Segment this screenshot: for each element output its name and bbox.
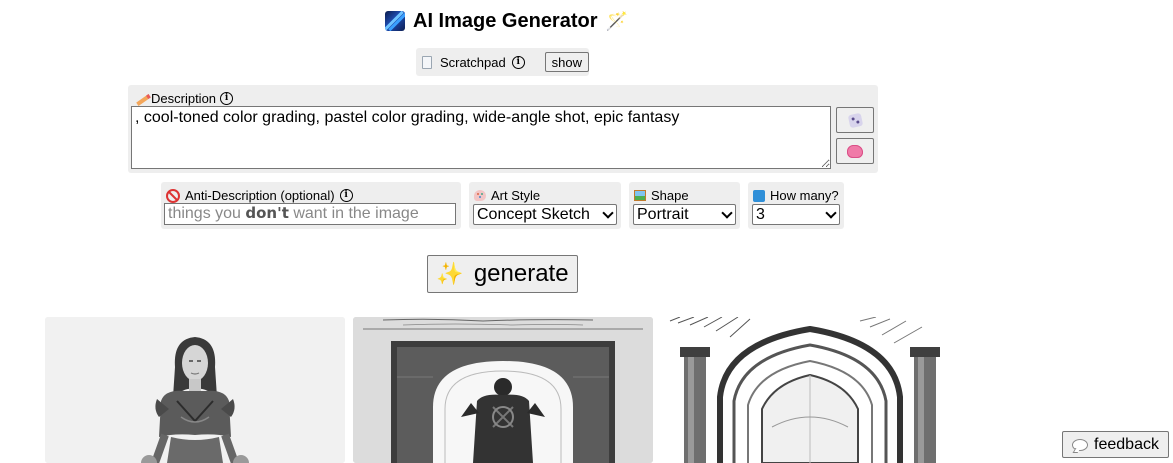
brain-icon (847, 144, 863, 158)
page-title-text: AI Image Generator (413, 9, 598, 32)
how-many-panel: How many? 3 (748, 182, 844, 229)
placeholder-part: things you (168, 205, 246, 222)
framed-picture-icon (634, 190, 646, 201)
dice-icon (847, 112, 863, 128)
shape-panel: Shape Portrait (629, 182, 740, 229)
chevron-down-icon (825, 206, 837, 219)
anti-description-input[interactable]: things you don't want in the image (164, 203, 456, 225)
page-title: AI Image Generator 🪄 (385, 8, 628, 34)
scratchpad-bar: Scratchpad i show (416, 48, 589, 76)
result-image-3[interactable] (660, 317, 960, 463)
shape-value: Portrait (637, 205, 689, 223)
info-icon[interactable]: i (511, 55, 525, 69)
placeholder-part: want in the image (288, 205, 419, 222)
feedback-button[interactable]: feedback (1062, 431, 1169, 458)
how-many-value: 3 (756, 205, 765, 223)
shape-label: Shape (634, 188, 689, 203)
anti-description-label: Anti-Description (optional) i (166, 188, 353, 203)
description-panel: Description i , cool-toned color grading… (128, 85, 878, 173)
result-image-3-sketch (660, 317, 960, 463)
result-image-2[interactable] (353, 317, 653, 463)
info-icon[interactable]: i (220, 92, 234, 105)
magic-wand-icon: 🪄 (605, 10, 628, 31)
speech-bubble-icon (1072, 438, 1089, 451)
art-style-select[interactable]: Concept Sketch (473, 204, 617, 225)
art-style-label-text: Art Style (491, 188, 541, 203)
art-style-panel: Art Style Concept Sketch (469, 182, 621, 229)
art-style-value: Concept Sketch (477, 205, 590, 223)
scratchpad-label: Scratchpad (439, 54, 506, 70)
chevron-down-icon (602, 206, 614, 219)
sparkles-icon: ✨ (436, 261, 464, 286)
numbers-icon (753, 189, 765, 202)
result-image-2-sketch (353, 317, 653, 463)
how-many-select[interactable]: 3 (752, 204, 840, 225)
how-many-label-text: How many? (770, 188, 839, 203)
chevron-down-icon (721, 206, 733, 219)
description-label: Description i (135, 91, 234, 106)
generate-button-label: generate (473, 260, 569, 287)
scratchpad-show-button[interactable]: show (544, 52, 589, 72)
result-image-1[interactable] (45, 317, 345, 463)
pencil-icon (135, 93, 147, 105)
notepad-icon (422, 55, 432, 69)
image-logo-icon (385, 11, 405, 31)
random-description-button[interactable] (836, 107, 874, 133)
placeholder-bold: don't (245, 204, 289, 222)
ai-enhance-button[interactable] (836, 138, 874, 164)
how-many-label: How many? (753, 188, 839, 203)
description-label-text: Description (151, 91, 217, 106)
art-style-label: Art Style (474, 188, 540, 203)
anti-description-panel: Anti-Description (optional) i things you… (161, 182, 461, 229)
generate-button[interactable]: ✨ generate (427, 255, 578, 293)
shape-label-text: Shape (651, 188, 689, 203)
palette-icon (474, 190, 486, 201)
feedback-button-label: feedback (1094, 435, 1159, 453)
result-image-1-sketch (45, 317, 345, 463)
shape-select[interactable]: Portrait (633, 204, 736, 225)
no-entry-icon (166, 188, 180, 203)
description-textarea[interactable]: , cool-toned color grading, pastel color… (131, 106, 831, 169)
info-icon[interactable]: i (339, 189, 353, 202)
anti-description-label-text: Anti-Description (optional) (185, 188, 335, 203)
